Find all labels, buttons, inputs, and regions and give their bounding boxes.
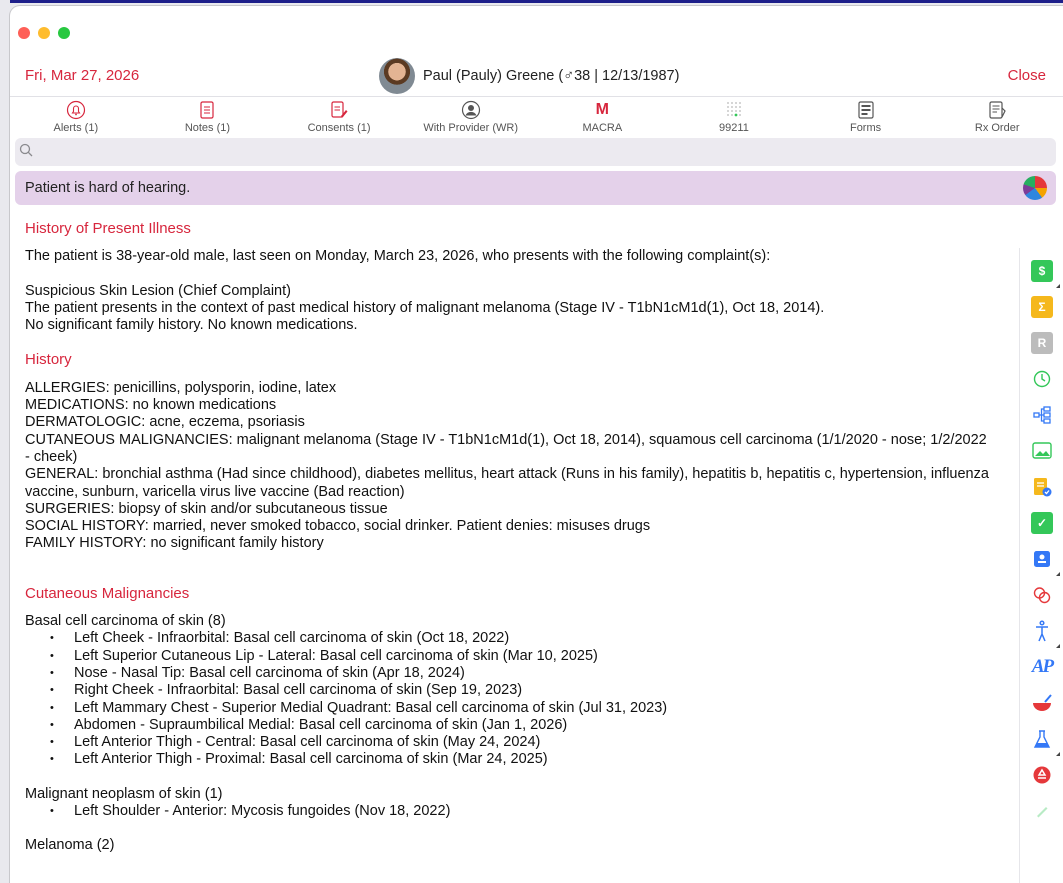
search-input[interactable] — [39, 144, 1056, 160]
doc-check-icon[interactable] — [1031, 476, 1053, 498]
hpi-section: History of Present Illness The patient i… — [25, 220, 995, 334]
tool-alerts[interactable]: Alerts (1) — [10, 97, 142, 140]
list-item: Right Cheek - Infraorbital: Basal cell c… — [50, 682, 995, 700]
hpi-intro: The patient is 38-year-old male, last se… — [25, 248, 771, 265]
search-bar — [15, 138, 1056, 166]
history-line: ALLERGIES: penicillins, polysporin, iodi… — [25, 379, 337, 396]
rail-expand-marker — [1056, 284, 1060, 288]
list-item: Abdomen - Supraumbilical Medial: Basal c… — [50, 717, 995, 735]
group-heading: Malignant neoplasm of skin (1) — [25, 785, 223, 802]
color-wheel-icon[interactable] — [1023, 176, 1047, 200]
close-window-button[interactable] — [18, 27, 30, 39]
history-line: GENERAL: bronchial asthma (Had since chi… — [25, 466, 989, 500]
rail-expand-marker — [1056, 572, 1060, 576]
tool-with-provider[interactable]: With Provider (WR) — [405, 97, 537, 140]
close-button[interactable]: Close — [1008, 67, 1046, 84]
malignancies-section: Cutaneous Malignancies Basal cell carcin… — [25, 585, 995, 855]
list-item: Left Mammary Chest - Superior Medial Qua… — [50, 700, 995, 718]
history-line: SOCIAL HISTORY: married, never smoked to… — [25, 518, 651, 535]
alert-text: Patient is hard of hearing. — [25, 180, 191, 196]
bell-icon — [66, 100, 86, 120]
contact-card-icon[interactable] — [1031, 548, 1053, 570]
group-heading: Basal cell carcinoma of skin (8) — [25, 613, 226, 630]
search-icon — [19, 143, 33, 162]
forms-icon — [856, 100, 876, 120]
toolbar: Alerts (1) Notes (1) Consents (1) With P… — [10, 96, 1063, 140]
link-rings-icon[interactable] — [1031, 584, 1053, 606]
hpi-line: No significant family history. No known … — [25, 317, 358, 334]
history-line: CUTANEOUS MALIGNANCIES: malignant melano… — [25, 431, 987, 465]
checkbox-icon[interactable]: ✓ — [1031, 512, 1053, 534]
macra-icon: M — [595, 101, 609, 118]
tool-label: Forms — [849, 122, 882, 134]
minimize-window-button[interactable] — [38, 27, 50, 39]
list-item: Left Superior Cutaneous Lip - Lateral: B… — [50, 648, 995, 666]
top-border — [10, 0, 1063, 3]
history-line: MEDICATIONS: no known medications — [25, 397, 277, 414]
patient-info[interactable]: Paul (Pauly) Greene (♂38 | 12/13/1987) — [379, 58, 679, 94]
tool-consents[interactable]: Consents (1) — [273, 97, 405, 140]
recycle-icon[interactable] — [1031, 764, 1053, 786]
tool-label: Consents (1) — [307, 122, 371, 134]
malignancies-title: Cutaneous Malignancies — [25, 584, 190, 602]
patient-name: Paul (Pauly) Greene (♂38 | 12/13/1987) — [423, 68, 680, 84]
ap-icon[interactable]: AP — [1031, 656, 1054, 678]
pen-icon[interactable] — [1031, 800, 1053, 822]
list-item: Left Shoulder - Anterior: Mycosis fungoi… — [50, 803, 995, 821]
tool-label: With Provider (WR) — [423, 122, 519, 134]
rail-expand-marker — [1056, 752, 1060, 756]
chart-window: Fri, Mar 27, 2026 Paul (Pauly) Greene (♂… — [10, 6, 1063, 883]
tool-label: Alerts (1) — [53, 122, 99, 134]
flow-icon[interactable] — [1031, 404, 1053, 426]
list-item: Left Cheek - Infraorbital: Basal cell ca… — [50, 630, 995, 648]
group-heading: Melanoma (2) — [25, 837, 115, 854]
tool-macra[interactable]: M MACRA — [537, 97, 669, 140]
right-tool-rail: $ Σ R ✓ AP — [1019, 248, 1063, 883]
patient-avatar[interactable] — [379, 58, 415, 94]
alert-banner[interactable]: Patient is hard of hearing. — [15, 171, 1056, 205]
gallery-icon[interactable] — [1031, 440, 1053, 462]
list-item: Left Anterior Thigh - Central: Basal cel… — [50, 734, 995, 752]
window-controls — [18, 27, 70, 39]
provider-icon — [461, 100, 481, 120]
list-item: Nose - Nasal Tip: Basal cell carcinoma o… — [50, 665, 995, 683]
patient-header: Fri, Mar 27, 2026 Paul (Pauly) Greene (♂… — [10, 54, 1063, 96]
dots-grid-icon — [724, 100, 744, 120]
note-content: History of Present Illness The patient i… — [25, 220, 995, 867]
consents-icon — [329, 100, 349, 120]
tool-label: Notes (1) — [184, 122, 231, 134]
rx-bowl-icon[interactable] — [1031, 692, 1053, 714]
notes-icon — [198, 100, 216, 120]
tool-forms[interactable]: Forms — [800, 97, 932, 140]
zoom-window-button[interactable] — [58, 27, 70, 39]
billing-icon[interactable]: $ — [1031, 260, 1053, 282]
rail-expand-marker — [1056, 644, 1060, 648]
visit-date: Fri, Mar 27, 2026 — [25, 66, 140, 84]
history-line: DERMATOLOGIC: acne, eczema, psoriasis — [25, 414, 305, 431]
history-title: History — [25, 351, 72, 369]
tool-notes[interactable]: Notes (1) — [142, 97, 274, 140]
timer-icon[interactable] — [1031, 368, 1053, 390]
r-icon[interactable]: R — [1031, 332, 1053, 354]
tool-rx-order[interactable]: Rx Order — [931, 97, 1063, 140]
hpi-line: Suspicious Skin Lesion (Chief Complaint) — [25, 282, 291, 299]
history-line: SURGERIES: biopsy of skin and/or subcuta… — [25, 500, 388, 517]
hpi-line: The patient presents in the context of p… — [25, 299, 825, 316]
sum-icon[interactable]: Σ — [1031, 296, 1053, 318]
body-figure-icon[interactable] — [1031, 620, 1053, 642]
lab-flask-icon[interactable] — [1031, 728, 1053, 750]
history-line: FAMILY HISTORY: no significant family hi… — [25, 535, 324, 552]
hpi-title: History of Present Illness — [25, 220, 191, 237]
history-section: History ALLERGIES: penicillins, polyspor… — [25, 351, 995, 552]
tool-label: MACRA — [582, 122, 623, 134]
tool-label: Rx Order — [974, 122, 1020, 134]
tool-label: 99211 — [719, 122, 749, 134]
bcc-list: Left Cheek - Infraorbital: Basal cell ca… — [25, 630, 995, 769]
tool-99211[interactable]: 99211 — [668, 97, 800, 140]
neoplasm-list: Left Shoulder - Anterior: Mycosis fungoi… — [25, 803, 995, 821]
rx-order-icon — [987, 100, 1007, 120]
list-item: Left Anterior Thigh - Proximal: Basal ce… — [50, 751, 995, 769]
